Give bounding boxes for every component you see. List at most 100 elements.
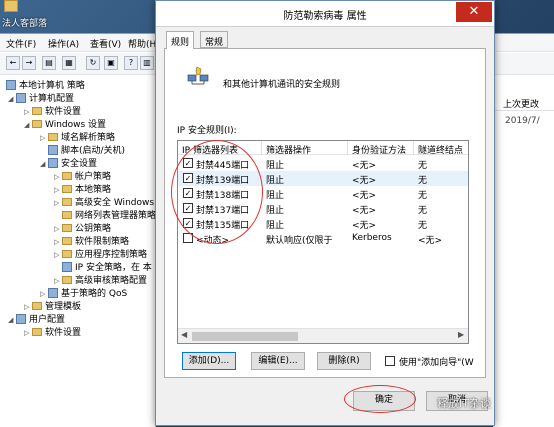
- scroll-right-icon[interactable]: ▶: [458, 330, 464, 339]
- desktop-icon-label[interactable]: 法人客部落: [2, 16, 47, 29]
- action-cell: 阻止: [266, 161, 285, 171]
- action-cell: 阻止: [266, 191, 285, 201]
- collapse-icon[interactable]: ◢: [40, 158, 48, 171]
- cell-last-modified: 2019/7/: [505, 116, 540, 126]
- collapse-icon[interactable]: ◢: [24, 119, 32, 132]
- folder-icon: [32, 120, 42, 128]
- refresh-icon[interactable]: ↻: [86, 56, 100, 70]
- expand-icon[interactable]: ▷: [54, 184, 62, 197]
- help-icon[interactable]: ?: [124, 56, 138, 70]
- add-button[interactable]: 添加(D)...: [182, 352, 236, 370]
- column-header-tunnel[interactable]: 隧道终结点: [414, 141, 468, 156]
- tree-node[interactable]: 网络列表管理器策略: [54, 210, 156, 223]
- tree-node[interactable]: ▷ 高级安全 Windows: [54, 197, 154, 210]
- policy-icon: [6, 80, 16, 90]
- tree-node[interactable]: ▷ 管理模板: [24, 301, 81, 314]
- edit-button[interactable]: 编辑(E)...: [251, 352, 305, 370]
- auth-cell: Kerberos: [352, 233, 392, 243]
- tab-rules[interactable]: 规则: [166, 31, 195, 49]
- tree-node[interactable]: IP 安全策略，在 本: [54, 262, 152, 275]
- tree-node[interactable]: ◢ 计算机配置: [8, 93, 74, 106]
- tree-node[interactable]: ▷ 软件设置: [24, 327, 81, 340]
- auth-cell: <无>: [352, 176, 377, 186]
- tunnel-cell: 无: [418, 221, 428, 231]
- up-icon[interactable]: ▤: [42, 56, 56, 70]
- user-icon: [16, 314, 26, 324]
- auth-cell: <无>: [352, 221, 377, 231]
- properties-icon[interactable]: ▥: [140, 56, 154, 70]
- expand-icon[interactable]: ▷: [54, 249, 62, 262]
- column-header-filter-action[interactable]: 筛选器操作: [262, 141, 348, 156]
- expand-icon[interactable]: ▷: [24, 106, 32, 119]
- tree-node[interactable]: ▷ 本地策略: [54, 184, 111, 197]
- tree-node[interactable]: ▷ 域名解析策略: [40, 132, 115, 145]
- folder-icon: [62, 276, 72, 284]
- folder-icon: [32, 107, 42, 115]
- annotation-circle: [344, 385, 416, 413]
- ipsec-icon: [62, 262, 72, 272]
- computer-icon: [16, 93, 26, 103]
- collapse-icon[interactable]: ◢: [8, 93, 16, 106]
- tree-node[interactable]: 脚本(启动/关机): [40, 145, 125, 158]
- use-wizard-checkbox[interactable]: [385, 356, 395, 366]
- close-button[interactable]: ✕: [456, 2, 492, 22]
- folder-icon[interactable]: [4, 0, 18, 12]
- tree-node[interactable]: ◢ Windows 设置: [24, 119, 106, 132]
- expand-icon[interactable]: ▷: [54, 223, 62, 236]
- scrollbar-thumb[interactable]: [192, 332, 298, 341]
- expand-icon[interactable]: ▷: [40, 288, 48, 301]
- column-header-last-modified[interactable]: 上次更改: [493, 95, 554, 111]
- tree-node[interactable]: ◢ 用户配置: [8, 314, 65, 327]
- expand-icon[interactable]: ▷: [54, 275, 62, 288]
- details-pane: 上次更改 2019/7/: [493, 76, 554, 427]
- folder-icon: [32, 302, 42, 310]
- tree-node[interactable]: ▷ 应用程序控制策略: [54, 249, 147, 262]
- shield-icon: [48, 158, 58, 168]
- horizontal-scrollbar[interactable]: ◀ ▶: [178, 328, 468, 343]
- tree-node[interactable]: ◢ 安全设置: [40, 158, 97, 171]
- export-icon[interactable]: ▣: [104, 56, 118, 70]
- folder-icon: [62, 172, 72, 180]
- action-cell: 阻止: [266, 221, 285, 231]
- chart-icon: [48, 288, 58, 298]
- delete-button[interactable]: 删除(R): [317, 352, 371, 370]
- back-icon[interactable]: ←: [6, 56, 20, 70]
- expand-icon[interactable]: ▷: [24, 327, 32, 340]
- rules-list-label: IP 安全规则(I):: [177, 126, 237, 136]
- forward-icon[interactable]: →: [22, 56, 36, 70]
- auth-cell: <无>: [352, 161, 377, 171]
- folder-icon: [48, 133, 58, 141]
- folder-icon: [62, 250, 72, 258]
- tree-node[interactable]: ▷ 软件设置: [24, 106, 81, 119]
- show-hide-tree-icon[interactable]: ▦: [62, 56, 76, 70]
- console-tree: 本地计算机 策略 ◢ 计算机配置 ▷ 软件设置 ◢ Windows 设置 ▷ 域名解析策…: [0, 76, 156, 427]
- tab-general[interactable]: 常规: [200, 31, 229, 48]
- folder-icon: [62, 237, 72, 245]
- network-computers-icon: [187, 66, 209, 85]
- folder-icon: [32, 328, 42, 336]
- menu-view[interactable]: 查看(V): [90, 37, 121, 50]
- dialog-title: 防范勒索病毒 属性: [283, 11, 367, 22]
- tunnel-cell: 无: [418, 206, 428, 216]
- tree-node[interactable]: ▷ 公钥策略: [54, 223, 111, 236]
- tree-node[interactable]: ▷ 软件限制策略: [54, 236, 129, 249]
- annotation-circle: [171, 140, 263, 244]
- auth-cell: <无>: [352, 191, 377, 201]
- dialog-titlebar[interactable]: 防范勒索病毒 属性 ✕: [156, 1, 494, 27]
- menu-action[interactable]: 操作(A): [48, 37, 79, 50]
- tree-node[interactable]: ▷ 基于策略的 QoS: [40, 288, 127, 301]
- tree-node[interactable]: ▷ 高级审核策略配置: [54, 275, 147, 288]
- scroll-left-icon[interactable]: ◀: [181, 330, 187, 339]
- use-wizard-label[interactable]: 使用"添加向导"(W: [399, 355, 474, 368]
- expand-icon[interactable]: ▷: [24, 301, 32, 314]
- collapse-icon[interactable]: ◢: [8, 314, 16, 327]
- tree-node[interactable]: ▷ 帐户策略: [54, 171, 111, 184]
- tree-node[interactable]: 本地计算机 策略: [6, 80, 85, 93]
- expand-icon[interactable]: ▷: [54, 236, 62, 249]
- expand-icon[interactable]: ▷: [54, 197, 62, 210]
- tunnel-cell: 无: [418, 176, 428, 186]
- menu-file[interactable]: 文件(F): [6, 37, 36, 50]
- expand-icon[interactable]: ▷: [54, 171, 62, 184]
- expand-icon[interactable]: ▷: [40, 132, 48, 145]
- column-header-auth-method[interactable]: 身份验证方法: [348, 141, 414, 156]
